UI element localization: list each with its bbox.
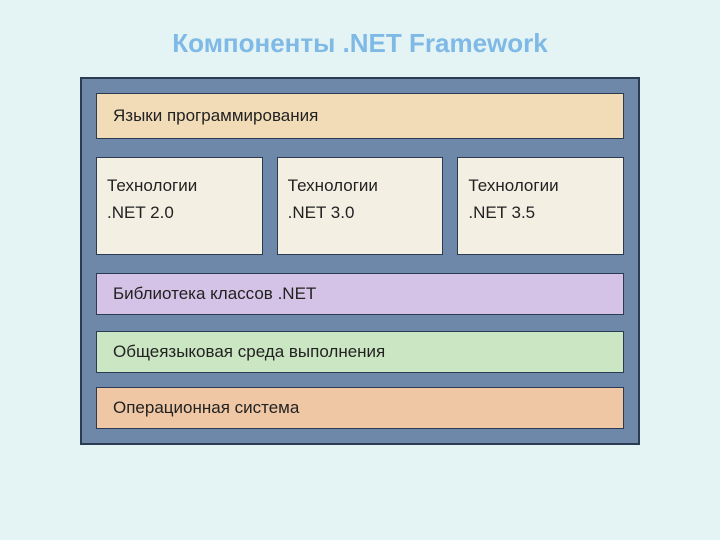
tech-net-3-0: Технологии .NET 3.0 <box>277 157 444 255</box>
tech-line2: .NET 3.0 <box>288 199 433 226</box>
tech-net-2-0: Технологии .NET 2.0 <box>96 157 263 255</box>
tech-line1: Технологии <box>288 172 433 199</box>
tech-net-3-5: Технологии .NET 3.5 <box>457 157 624 255</box>
layer-clr-label: Общеязыковая среда выполнения <box>113 342 385 362</box>
layer-languages: Языки программирования <box>96 93 624 139</box>
tech-line2: .NET 3.5 <box>468 199 613 226</box>
framework-stack: Языки программирования Технологии .NET 2… <box>80 77 640 445</box>
tech-line1: Технологии <box>468 172 613 199</box>
layer-os-label: Операционная система <box>113 398 299 418</box>
layer-languages-label: Языки программирования <box>113 106 318 126</box>
layer-os: Операционная система <box>96 387 624 429</box>
layer-class-library-label: Библиотека классов .NET <box>113 284 316 304</box>
layer-class-library: Библиотека классов .NET <box>96 273 624 315</box>
diagram-title: Компоненты .NET Framework <box>0 0 720 77</box>
tech-line2: .NET 2.0 <box>107 199 252 226</box>
layer-clr: Общеязыковая среда выполнения <box>96 331 624 373</box>
technologies-row: Технологии .NET 2.0 Технологии .NET 3.0 … <box>96 157 624 255</box>
tech-line1: Технологии <box>107 172 252 199</box>
